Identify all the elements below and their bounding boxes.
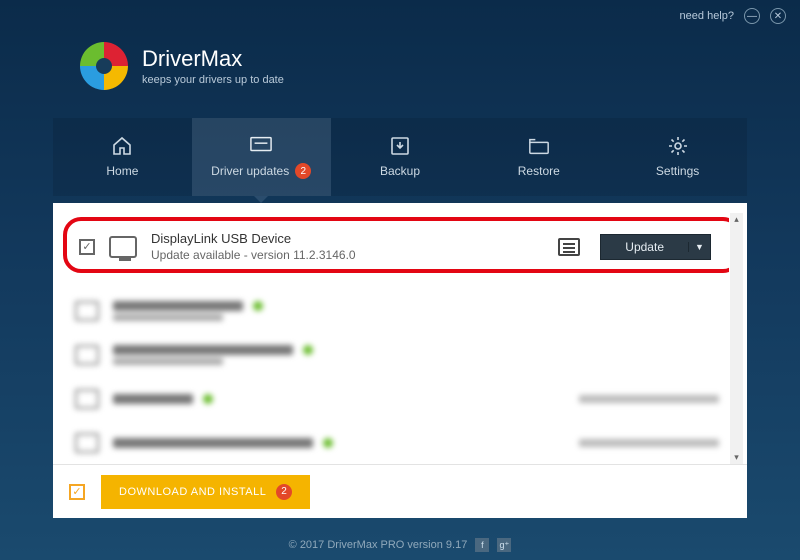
app-title: DriverMax: [142, 46, 284, 72]
driver-status: Update available - version 11.2.3146.0: [151, 248, 544, 262]
driver-sub-blur: [113, 314, 223, 321]
scroll-up[interactable]: ▴: [730, 213, 743, 226]
scroll-down[interactable]: ▾: [730, 451, 743, 464]
device-icon: [75, 433, 99, 453]
row-date-blur: [579, 395, 719, 403]
scrollbar[interactable]: ▴ ▾: [730, 213, 743, 464]
gear-icon: [667, 136, 689, 156]
device-icon: [75, 389, 99, 409]
nav-home-label: Home: [106, 164, 138, 178]
nav-backup-label: Backup: [380, 164, 420, 178]
minimize-button[interactable]: —: [744, 8, 760, 24]
status-dot: [203, 394, 213, 404]
driver-name: DisplayLink USB Device: [151, 231, 544, 246]
driver-name-blur: [113, 345, 293, 355]
updates-icon: [250, 135, 272, 155]
close-button[interactable]: ✕: [770, 8, 786, 24]
update-dropdown[interactable]: ▼: [688, 242, 710, 252]
app-subtitle: keeps your drivers up to date: [142, 74, 284, 86]
home-icon: [111, 136, 133, 156]
driver-row-blurred: [75, 291, 719, 331]
download-install-label: DOWNLOAD AND INSTALL: [119, 486, 266, 498]
driver-row-blurred: [75, 423, 719, 463]
facebook-icon[interactable]: f: [475, 538, 489, 552]
nav-updates-label: Driver updates: [211, 164, 289, 178]
googleplus-icon[interactable]: g⁺: [497, 538, 511, 552]
restore-icon: [528, 136, 550, 156]
backup-icon: [389, 136, 411, 156]
update-button-label: Update: [601, 240, 688, 254]
nav-active-pointer: [254, 196, 268, 203]
main-panel: ✓ DisplayLink USB Device Update availabl…: [53, 203, 747, 518]
driver-row[interactable]: ✓ DisplayLink USB Device Update availabl…: [67, 221, 723, 272]
brand: DriverMax keeps your drivers up to date: [80, 42, 284, 90]
device-icon: [75, 301, 99, 321]
status-dot: [253, 301, 263, 311]
driver-row-blurred: [75, 379, 719, 419]
help-link[interactable]: need help?: [680, 10, 734, 22]
driver-name-blur: [113, 301, 243, 311]
driver-name-blur: [113, 394, 193, 404]
nav-home[interactable]: Home: [53, 118, 192, 196]
copyright-bar: © 2017 DriverMax PRO version 9.17 f g⁺: [0, 538, 800, 552]
nav-restore-label: Restore: [518, 164, 560, 178]
nav-restore[interactable]: Restore: [469, 118, 608, 196]
status-dot: [323, 438, 333, 448]
download-badge: 2: [276, 484, 292, 500]
details-icon[interactable]: [558, 238, 580, 256]
select-all-checkbox[interactable]: ✓: [69, 484, 85, 500]
driver-row-blurred: [75, 335, 719, 375]
nav-driver-updates[interactable]: Driver updates 2: [192, 118, 331, 196]
copyright-text: © 2017 DriverMax PRO version 9.17: [289, 539, 468, 551]
row-date-blur: [579, 439, 719, 447]
device-icon: [75, 345, 99, 365]
download-install-button[interactable]: DOWNLOAD AND INSTALL 2: [101, 475, 310, 509]
panel-footer: ✓ DOWNLOAD AND INSTALL 2: [53, 464, 747, 518]
driver-list: ✓ DisplayLink USB Device Update availabl…: [61, 213, 729, 464]
nav-settings-label: Settings: [656, 164, 699, 178]
status-dot: [303, 345, 313, 355]
navbar: Home Driver updates 2 Backup Restore Sett…: [53, 118, 747, 196]
driver-name-blur: [113, 438, 313, 448]
updates-badge: 2: [295, 163, 311, 179]
update-button[interactable]: Update ▼: [600, 234, 711, 260]
row-checkbox[interactable]: ✓: [79, 239, 95, 255]
nav-backup[interactable]: Backup: [331, 118, 470, 196]
monitor-icon: [109, 236, 137, 258]
nav-settings[interactable]: Settings: [608, 118, 747, 196]
logo-icon: [80, 42, 128, 90]
driver-sub-blur: [113, 358, 223, 365]
